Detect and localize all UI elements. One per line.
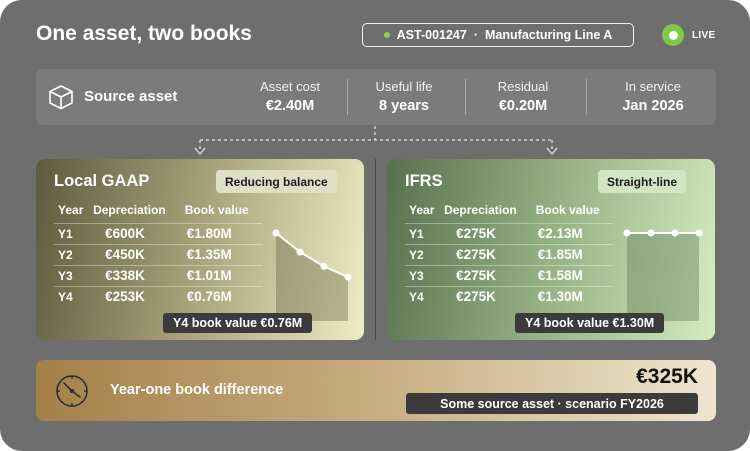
- book-difference-bar: Year-one book difference €325K Some sour…: [36, 360, 716, 421]
- book-value-cell: €1.30M: [531, 285, 613, 307]
- book-value-cell: €2.13M: [531, 222, 613, 244]
- table-row: Y2 €450K €1.35M: [54, 243, 262, 265]
- panel-divider: [375, 159, 376, 340]
- y4-book-value-callout: Y4 book value €0.76M: [163, 313, 313, 333]
- year-cell: Y3: [54, 264, 90, 286]
- depreciation-cell: €600K: [89, 222, 181, 244]
- book-value-cell: €1.58M: [531, 264, 613, 286]
- table-row: Y3 €338K €1.01M: [54, 264, 262, 286]
- sparkline-point: [671, 229, 679, 237]
- column-header: Depreciation: [93, 203, 166, 218]
- depreciation-cell: €450K: [89, 243, 181, 265]
- book-value-cell: €1.35M: [180, 243, 262, 265]
- depreciation-table: Year Depreciation Book value Y1 €275K €2…: [405, 203, 613, 307]
- year-cell: Y3: [405, 264, 441, 286]
- table-row: Y1 €600K €1.80M: [54, 222, 262, 244]
- local-gaap-panel: Local GAAP Reducing balance Year Depreci…: [36, 159, 364, 340]
- sparkline-area: [276, 233, 348, 321]
- book-value-cell: €1.80M: [180, 222, 262, 244]
- depreciation-cell: €275K: [440, 264, 532, 286]
- column-header: Year: [58, 203, 84, 218]
- depreciation-cell: €253K: [89, 285, 181, 307]
- table-row: Y4 €253K €0.76M: [54, 285, 262, 307]
- table-row: Y3 €275K €1.58M: [405, 264, 613, 286]
- year-cell: Y4: [405, 285, 441, 307]
- dashboard-frame: One asset, two books AST-001247 · Manufa…: [0, 0, 750, 451]
- depreciation-sparkline: [623, 229, 703, 321]
- panel-title: Local GAAP: [54, 172, 150, 190]
- split-connector: [194, 126, 558, 155]
- depreciation-table: Year Depreciation Book value Y1 €600K €1…: [54, 203, 262, 307]
- sparkline-point: [320, 262, 328, 270]
- depreciation-cell: €275K: [440, 285, 532, 307]
- sparkline-point: [623, 229, 631, 237]
- book-value-cell: €0.76M: [180, 285, 262, 307]
- book-value-cell: €1.85M: [531, 243, 613, 265]
- column-header: Book value: [184, 203, 249, 218]
- year-cell: Y2: [405, 243, 441, 265]
- depreciation-cell: €338K: [89, 264, 181, 286]
- year-cell: Y1: [54, 222, 90, 244]
- difference-value: €325K: [636, 365, 698, 388]
- column-header: Book value: [535, 203, 600, 218]
- year-cell: Y2: [54, 243, 90, 265]
- sparkline-area: [627, 233, 699, 321]
- column-header: Depreciation: [444, 203, 517, 218]
- table-row: Y1 €275K €2.13M: [405, 222, 613, 244]
- difference-label: Year-one book difference: [110, 382, 284, 398]
- column-header: Year: [409, 203, 435, 218]
- book-value-cell: €1.01M: [180, 264, 262, 286]
- sparkline-point: [695, 229, 703, 237]
- sparkline-point: [647, 229, 655, 237]
- year-cell: Y4: [54, 285, 90, 307]
- sparkline-point: [296, 248, 304, 256]
- depreciation-cell: €275K: [440, 243, 532, 265]
- panel-title: IFRS: [405, 172, 443, 190]
- year-cell: Y1: [405, 222, 441, 244]
- sparkline-point: [272, 229, 280, 237]
- table-row: Y2 €275K €1.85M: [405, 243, 613, 265]
- book-value-sparkline: [272, 229, 352, 321]
- depreciation-cell: €275K: [440, 222, 532, 244]
- compass-icon: [56, 375, 88, 407]
- table-row: Y4 €275K €1.30M: [405, 285, 613, 307]
- y4-book-value-callout: Y4 book value €1.30M: [515, 313, 665, 333]
- method-badge: Reducing balance: [216, 170, 337, 193]
- scenario-note: Some source asset · scenario FY2026: [406, 393, 698, 414]
- sparkline-point: [344, 273, 352, 281]
- ifrs-panel: IFRS Straight-line Year Depreciation Boo…: [387, 159, 715, 340]
- method-badge: Straight-line: [598, 170, 687, 193]
